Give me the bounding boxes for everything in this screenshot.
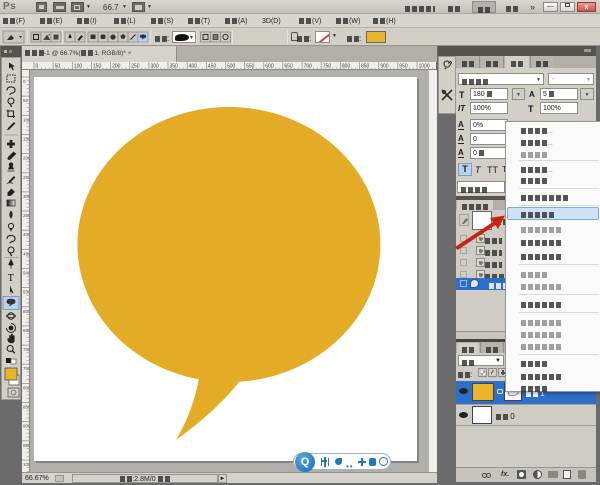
svg-text:100: 100 <box>74 64 83 70</box>
svg-text:200: 200 <box>112 64 121 70</box>
svg-text:100: 100 <box>23 117 30 122</box>
svg-text:450: 450 <box>208 64 217 70</box>
svg-text:350: 350 <box>170 64 179 70</box>
svg-text:850: 850 <box>23 405 30 410</box>
svg-text:950: 950 <box>23 443 30 448</box>
svg-text:500: 500 <box>23 271 30 276</box>
svg-text:950: 950 <box>399 64 408 70</box>
svg-text:1000: 1000 <box>419 64 430 70</box>
svg-text:300: 300 <box>150 64 159 70</box>
svg-text:550: 550 <box>23 290 30 295</box>
svg-text:800: 800 <box>23 385 30 390</box>
svg-text:600: 600 <box>265 64 274 70</box>
svg-text:350: 350 <box>23 213 30 218</box>
svg-text:250: 250 <box>131 64 140 70</box>
svg-text:200: 200 <box>23 156 30 161</box>
svg-text:900: 900 <box>380 64 389 70</box>
svg-text:800: 800 <box>342 64 351 70</box>
svg-text:400: 400 <box>23 232 30 237</box>
svg-text:150: 150 <box>93 64 102 70</box>
svg-text:0: 0 <box>23 79 26 84</box>
svg-text:700: 700 <box>304 64 313 70</box>
svg-text:400: 400 <box>189 64 198 70</box>
svg-text:150: 150 <box>23 136 30 141</box>
svg-text:500: 500 <box>227 64 236 70</box>
svg-text:300: 300 <box>23 194 30 199</box>
svg-text:750: 750 <box>23 366 30 371</box>
svg-text:750: 750 <box>323 64 332 70</box>
svg-text:600: 600 <box>23 309 30 314</box>
svg-text:700: 700 <box>23 347 30 352</box>
svg-text:900: 900 <box>23 424 30 429</box>
svg-text:50: 50 <box>55 64 61 70</box>
svg-text:250: 250 <box>23 175 30 180</box>
svg-text:T: T <box>8 273 14 284</box>
svg-text:650: 650 <box>284 64 293 70</box>
svg-text:50: 50 <box>23 98 29 103</box>
svg-text:850: 850 <box>361 64 370 70</box>
svg-text:650: 650 <box>23 328 30 333</box>
svg-text:550: 550 <box>246 64 255 70</box>
svg-text:1000: 1000 <box>23 462 30 467</box>
svg-text:450: 450 <box>23 251 30 256</box>
